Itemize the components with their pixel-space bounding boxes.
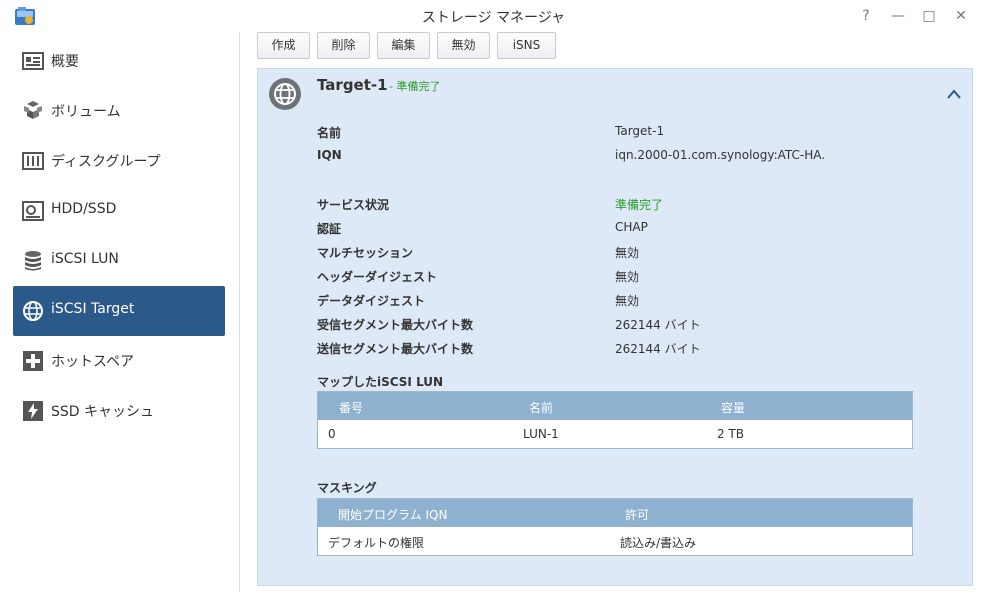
cell-permission: 読込み/書込み [620, 536, 697, 550]
table-row[interactable]: デフォルトの権限 読込み/書込み [318, 527, 912, 555]
sidebar-item-volume[interactable]: ボリューム [13, 86, 225, 136]
prop-value-max-recv-segment: 262144 バイト [615, 318, 701, 332]
sidebar-item-label: 概要 [51, 54, 79, 70]
prop-label-service-status: サービス状況 [317, 198, 390, 212]
sidebar-item-iscsi-target[interactable]: iSCSI Target [13, 286, 225, 336]
prop-value-max-send-segment: 262144 バイト [615, 342, 701, 356]
prop-label-auth: 認証 [317, 222, 342, 236]
hdd-icon [22, 201, 44, 221]
title-bar: ストレージ マネージャ ? — □ ✕ [0, 0, 987, 32]
prop-value-name: Target-1 [615, 124, 665, 138]
target-globe-icon [269, 78, 301, 110]
cell-initiator-iqn: デフォルトの権限 [328, 536, 425, 550]
sidebar-item-ssd-cache[interactable]: SSD キャッシュ [13, 386, 225, 436]
sidebar-item-label: HDD/SSD [51, 201, 117, 217]
cell-capacity: 2 TB [717, 427, 745, 441]
column-header-permission[interactable]: 許可 [625, 506, 649, 523]
prop-label-header-digest: ヘッダーダイジェスト [317, 270, 438, 284]
masking-section-title: マスキング [317, 481, 377, 495]
column-header-number[interactable]: 番号 [339, 399, 363, 416]
database-icon [25, 251, 41, 271]
table-header: 番号 名前 容量 [318, 392, 912, 420]
prop-value-header-digest: 無効 [615, 270, 640, 284]
prop-label-iqn: IQN [317, 148, 342, 162]
target-status-text: - 準備完了 [389, 80, 441, 93]
sidebar-item-label: iSCSI Target [51, 301, 135, 317]
minimize-button[interactable]: — [888, 6, 908, 26]
overview-icon [22, 52, 44, 70]
edit-button[interactable]: 編集 [377, 32, 430, 59]
column-header-initiator-iqn[interactable]: 開始プログラム IQN [338, 506, 447, 523]
prop-value-iqn: iqn.2000-01.com.synology:ATC-HA. [615, 148, 826, 162]
sidebar-item-label: ディスクグループ [51, 154, 161, 170]
help-button[interactable]: ? [856, 6, 876, 26]
column-header-name[interactable]: 名前 [529, 399, 553, 416]
prop-label-data-digest: データダイジェスト [317, 294, 426, 308]
isns-button[interactable]: iSNS [497, 32, 556, 59]
sidebar-item-hdd-ssd[interactable]: HDD/SSD [13, 186, 225, 236]
prop-value-multi-session: 無効 [615, 246, 640, 260]
close-button[interactable]: ✕ [951, 6, 971, 26]
masking-table: 開始プログラム IQN 許可 デフォルトの権限 読込み/書込み [317, 498, 913, 556]
sidebar-item-disk-group[interactable]: ディスクグループ [13, 136, 225, 186]
sidebar-item-overview[interactable]: 概要 [13, 36, 225, 86]
table-row[interactable]: 0 LUN-1 2 TB [318, 420, 912, 448]
sidebar-item-label: ボリューム [51, 104, 121, 120]
prop-label-multi-session: マルチセッション [317, 246, 414, 260]
prop-label-max-recv-segment: 受信セグメント最大バイト数 [317, 318, 474, 332]
cell-number: 0 [328, 427, 336, 441]
prop-label-name: 名前 [317, 126, 342, 140]
sidebar-item-label: iSCSI LUN [51, 251, 119, 267]
sidebar-item-iscsi-lun[interactable]: iSCSI LUN [13, 236, 225, 286]
hot-spare-icon [23, 351, 43, 371]
table-header: 開始プログラム IQN 許可 [318, 499, 912, 527]
sidebar-item-label: SSD キャッシュ [51, 404, 155, 420]
sidebar: 概要 ボリューム ディスクグループ HDD/SSD iSCSI LUN iSCS… [0, 32, 240, 592]
delete-button[interactable]: 削除 [317, 32, 370, 59]
create-button[interactable]: 作成 [257, 32, 310, 59]
sidebar-item-label: ホットスペア [51, 354, 135, 370]
disk-group-icon [22, 152, 44, 170]
globe-icon [23, 301, 43, 321]
ssd-cache-icon [23, 401, 43, 421]
target-detail-panel: Target-1 - 準備完了 名前 Target-1 IQN iqn.2000… [257, 68, 973, 586]
maximize-button[interactable]: □ [919, 6, 939, 26]
prop-value-auth: CHAP [615, 220, 648, 234]
column-header-capacity[interactable]: 容量 [721, 399, 745, 416]
mapped-lun-section-title: マップしたiSCSI LUN [317, 375, 444, 389]
prop-value-service-status: 準備完了 [615, 198, 664, 212]
mapped-lun-table: 番号 名前 容量 0 LUN-1 2 TB [317, 391, 913, 449]
cell-name: LUN-1 [523, 427, 559, 441]
prop-label-max-send-segment: 送信セグメント最大バイト数 [317, 342, 474, 356]
prop-value-data-digest: 無効 [615, 294, 640, 308]
chevron-up-icon[interactable] [945, 87, 963, 101]
disable-button[interactable]: 無効 [437, 32, 490, 59]
target-name-heading: Target-1 [317, 76, 388, 94]
volume-icon [24, 101, 42, 119]
sidebar-item-hot-spare[interactable]: ホットスペア [13, 336, 225, 386]
window-title: ストレージ マネージャ [421, 10, 566, 26]
